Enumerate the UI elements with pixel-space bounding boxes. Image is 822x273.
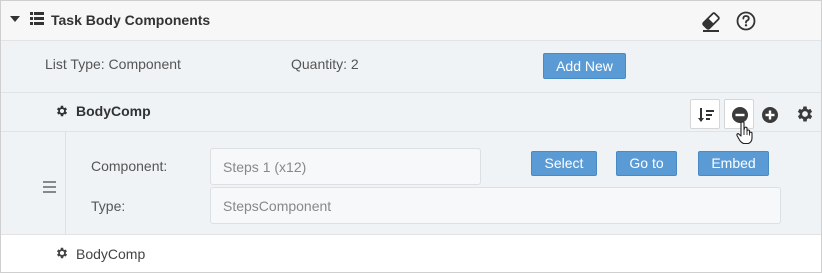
sort-button[interactable] bbox=[690, 99, 720, 129]
help-circle-icon[interactable] bbox=[736, 11, 756, 36]
caret-down-icon[interactable] bbox=[10, 16, 20, 22]
drag-handle-icon[interactable] bbox=[43, 180, 56, 198]
component-item-2[interactable]: BodyComp bbox=[1, 235, 821, 272]
list-icon bbox=[30, 12, 44, 30]
task-body-components-panel: Task Body Components List Type: Componen… bbox=[0, 0, 822, 273]
gear-icon bbox=[55, 246, 69, 265]
panel-header[interactable]: Task Body Components bbox=[1, 1, 821, 41]
type-label: Type: bbox=[91, 198, 126, 214]
component-item-body: Component: Steps 1 (x12) Select Go to Em… bbox=[1, 132, 821, 235]
goto-button[interactable]: Go to bbox=[616, 151, 677, 176]
add-new-button[interactable]: Add New bbox=[543, 53, 626, 79]
hand-cursor-icon bbox=[736, 121, 754, 150]
embed-button[interactable]: Embed bbox=[698, 151, 769, 176]
component-field[interactable]: Steps 1 (x12) bbox=[210, 148, 481, 185]
component-title: BodyComp bbox=[76, 246, 146, 262]
type-field[interactable]: StepsComponent bbox=[210, 187, 781, 224]
component-title: BodyComp bbox=[76, 103, 151, 119]
gear-icon bbox=[55, 104, 69, 123]
eraser-icon[interactable] bbox=[700, 11, 722, 38]
panel-title: Task Body Components bbox=[51, 12, 211, 28]
component-item-header[interactable]: BodyComp bbox=[1, 93, 821, 132]
add-button[interactable] bbox=[754, 99, 784, 129]
component-label: Component: bbox=[91, 158, 168, 174]
settings-gear-icon[interactable] bbox=[795, 104, 815, 129]
quantity-text: Quantity: 2 bbox=[291, 56, 359, 72]
select-button[interactable]: Select bbox=[531, 151, 597, 176]
list-info-row: List Type: Component Quantity: 2 Add New bbox=[1, 41, 821, 93]
divider bbox=[65, 132, 66, 235]
list-type-text: List Type: Component bbox=[45, 56, 181, 72]
